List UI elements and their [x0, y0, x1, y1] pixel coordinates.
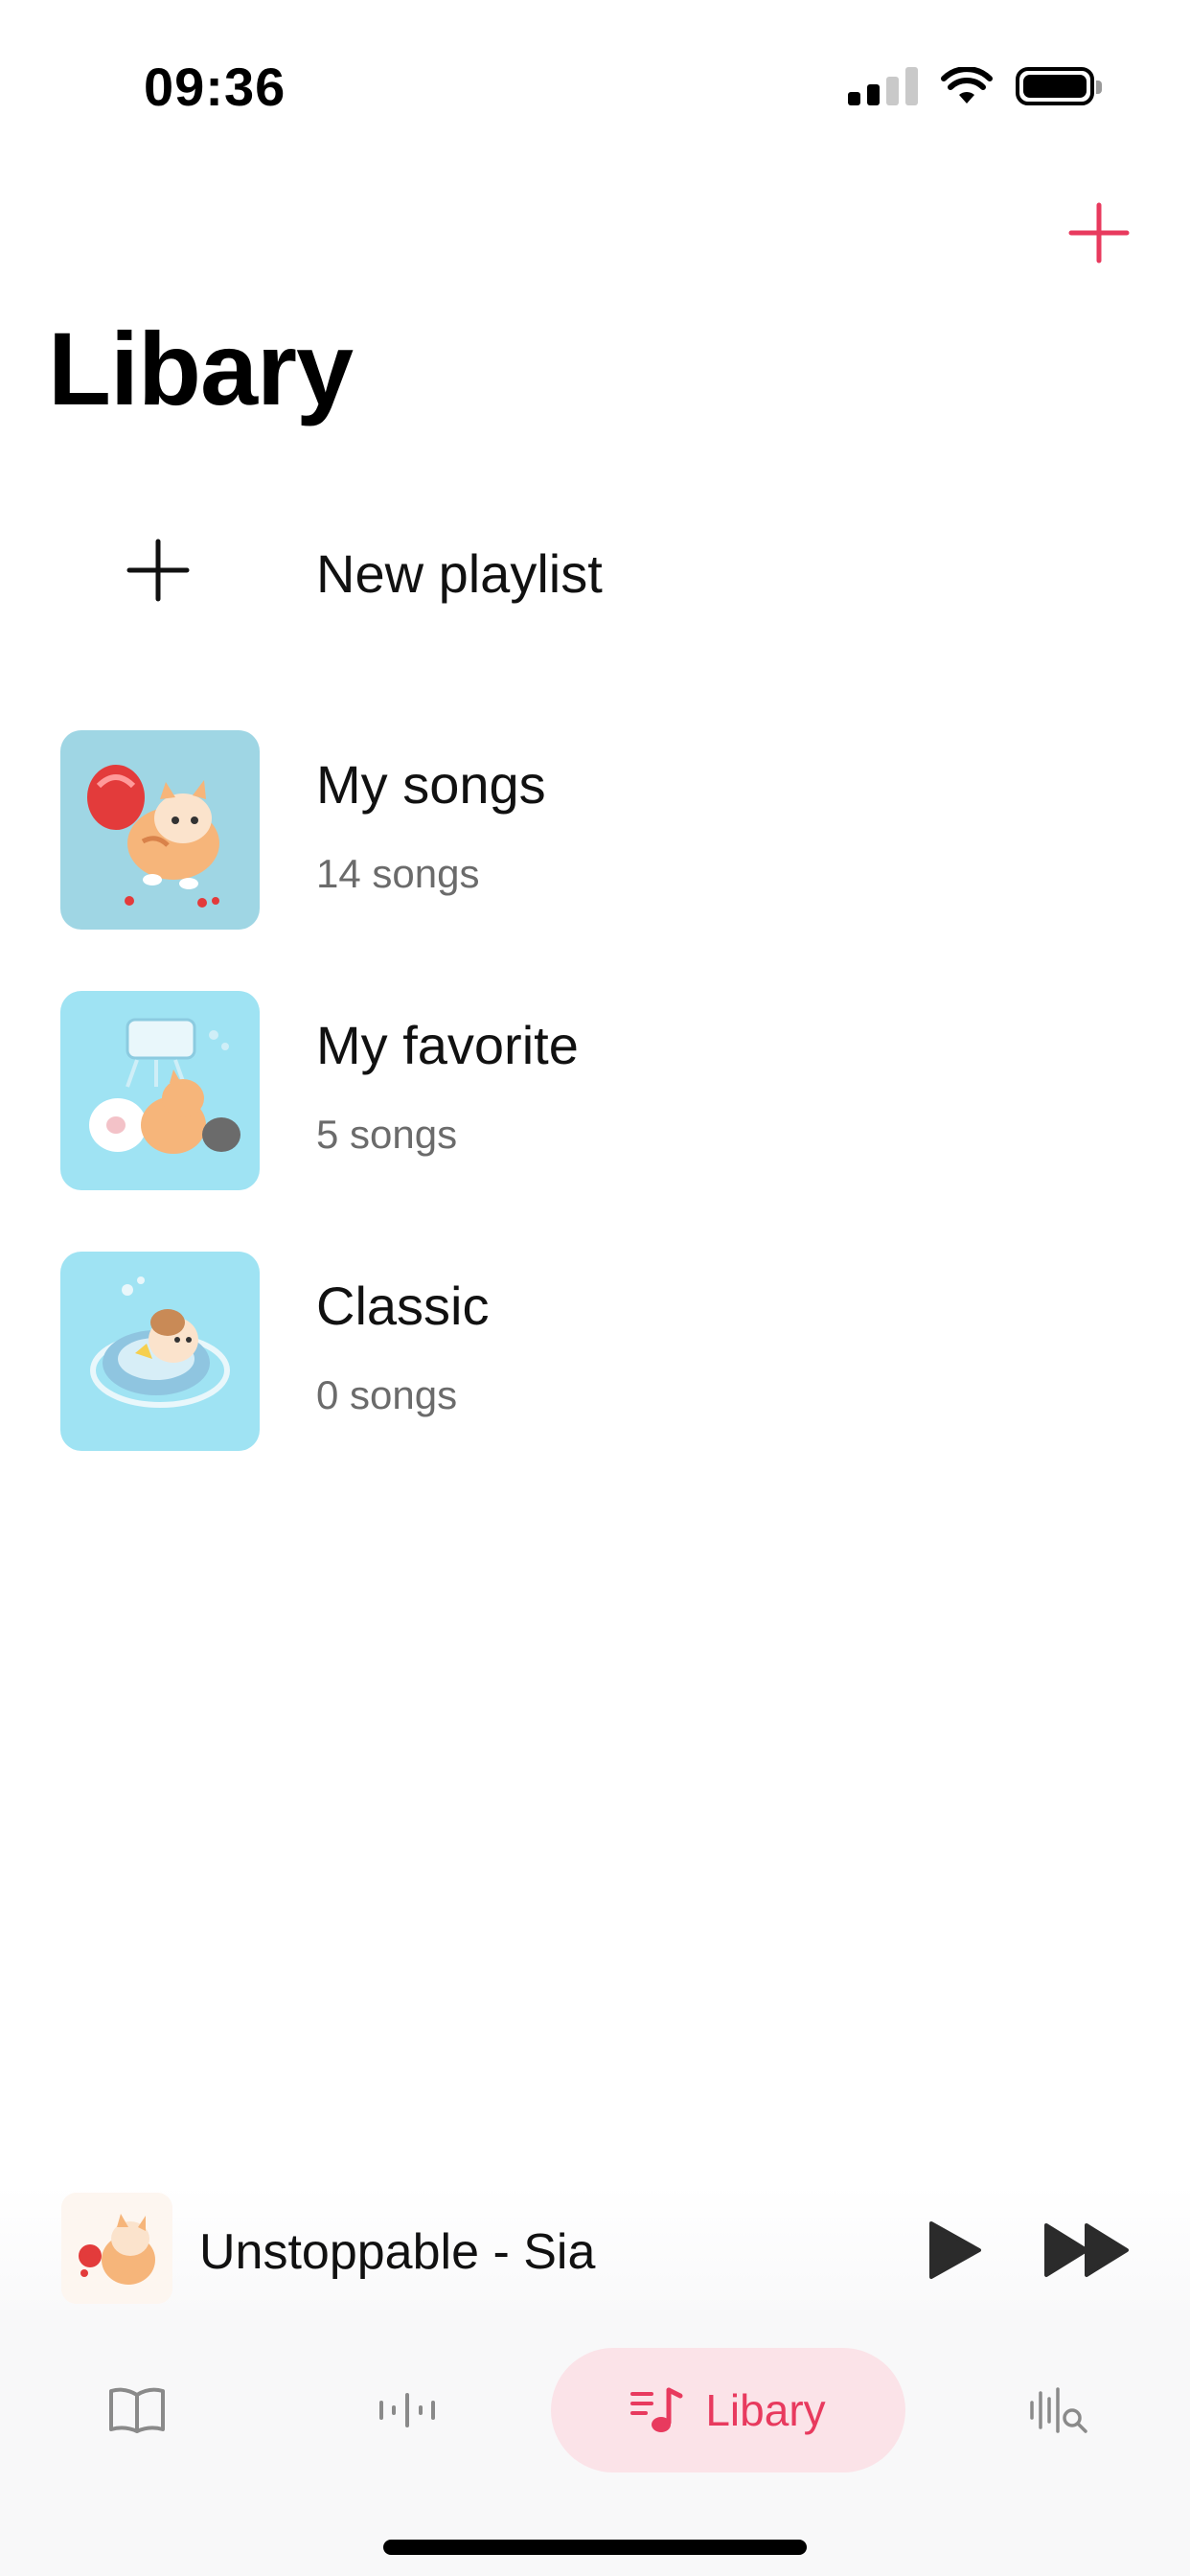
playlist-item[interactable]: My songs 14 songs [0, 730, 1190, 932]
playlist-name: Classic [316, 1276, 490, 1336]
audio-search-icon [1030, 2387, 1087, 2433]
now-playing-title: Unstoppable - Sia [199, 2224, 596, 2280]
tab-library[interactable]: Libary [551, 2348, 905, 2472]
playlist-item[interactable]: Classic 0 songs [0, 1252, 1190, 1453]
new-playlist-label: New playlist [316, 543, 603, 604]
wifi-icon [941, 67, 993, 104]
add-icon[interactable] [1065, 199, 1133, 266]
new-playlist-button[interactable]: New playlist [0, 518, 1190, 623]
playlist-name: My favorite [316, 1015, 579, 1075]
playlist-song-count: 14 songs [316, 851, 480, 896]
playlist-song-count: 0 songs [316, 1372, 458, 1417]
tab-read[interactable] [84, 2348, 190, 2472]
playlist-song-count: 5 songs [316, 1112, 458, 1157]
tab-listen[interactable] [355, 2348, 460, 2472]
plus-icon [126, 539, 190, 602]
status-icons [848, 67, 1102, 105]
cat-on-float-art [60, 1252, 260, 1451]
waveform-icon [379, 2393, 435, 2427]
cats-playing-art [60, 991, 260, 1190]
tab-search[interactable] [1006, 2348, 1111, 2472]
page-title: Libary [48, 310, 354, 426]
home-indicator [383, 2540, 807, 2555]
book-icon [109, 2387, 165, 2433]
play-icon[interactable] [922, 2220, 983, 2281]
playlist-name: My songs [316, 754, 546, 815]
status-time: 09:36 [144, 57, 286, 117]
playlist-item[interactable]: My favorite 5 songs [0, 991, 1190, 1192]
now-playing-art [61, 2193, 172, 2304]
status-bar: 09:36 [0, 0, 1190, 172]
battery-icon [1016, 67, 1102, 105]
mini-player[interactable]: Unstoppable - Sia [0, 2185, 1190, 2310]
tab-bar: Libary [0, 2310, 1190, 2576]
cat-with-heart-art [60, 730, 260, 930]
fast-forward-icon[interactable] [1042, 2220, 1131, 2281]
cellular-signal-icon [848, 67, 918, 105]
music-list-icon [630, 2387, 683, 2432]
tab-library-label: Libary [705, 2385, 826, 2435]
